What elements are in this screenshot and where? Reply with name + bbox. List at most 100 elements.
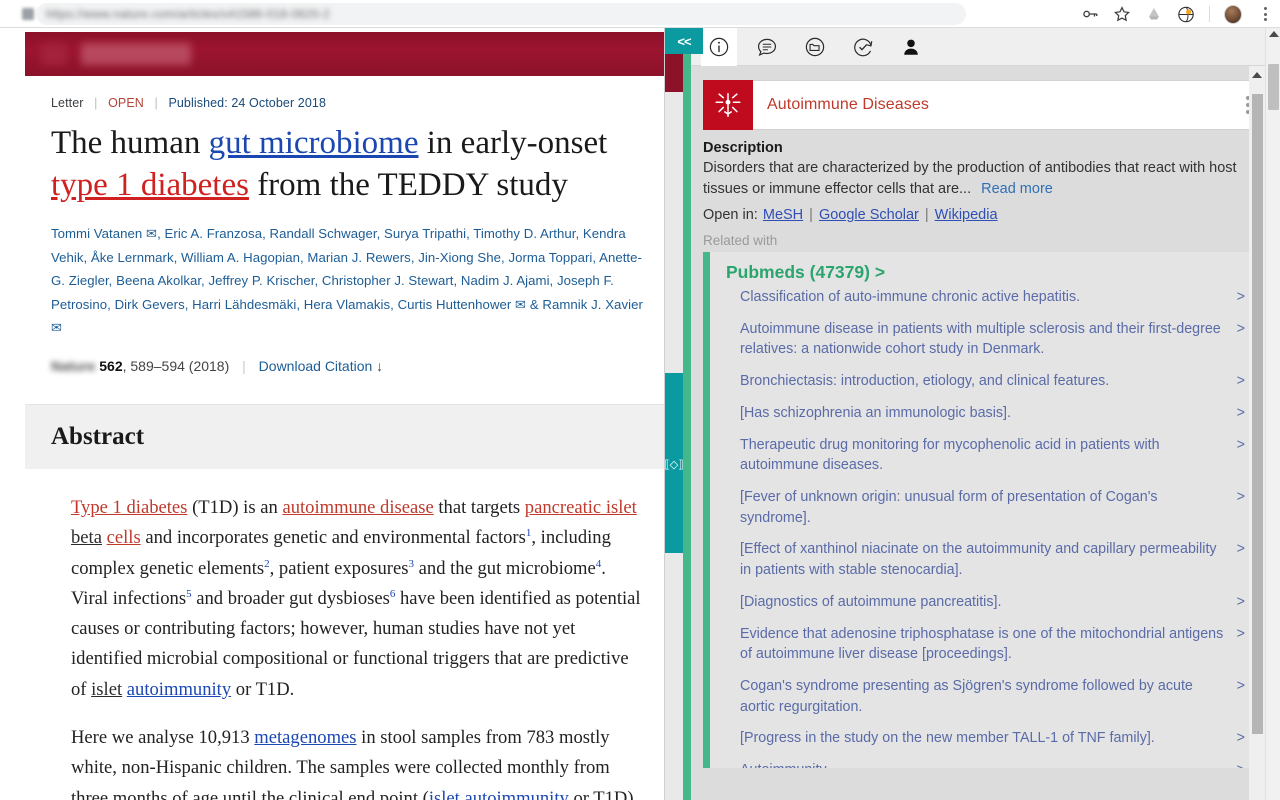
resize-handle-icon[interactable]: ⟦◇⟧: [665, 458, 684, 471]
related-panel: Pubmeds (47379) > Classification of auto…: [703, 251, 1263, 768]
tab-history[interactable]: [845, 28, 881, 66]
entity-islet[interactable]: islet: [91, 679, 122, 700]
journal-logo[interactable]: [81, 43, 191, 65]
abstract-body: Type 1 diabetes (T1D) is an autoimmune d…: [51, 469, 647, 800]
entity-title: Autoimmune Diseases: [767, 96, 929, 113]
entity-card[interactable]: Autoimmune Diseases: [703, 80, 1263, 130]
open-in-row: Open in: MeSH | Google Scholar | Wikipedia: [703, 207, 1263, 223]
drive-icon[interactable]: [1145, 5, 1163, 23]
browser-scroll-thumb[interactable]: [1268, 64, 1279, 110]
pubmed-item-title: Autoimmune disease in patients with mult…: [740, 320, 1221, 358]
pubmeds-chevron-icon: >: [874, 261, 886, 282]
kebab-menu-icon[interactable]: [1256, 5, 1274, 23]
pubmed-list-item[interactable]: [Has schizophrenia an immunologic basis]…: [740, 403, 1245, 424]
tab-collections[interactable]: [797, 28, 833, 66]
title-entity-gut-microbiome[interactable]: gut microbiome: [209, 125, 419, 161]
abs-text-j: and broader gut dysbioses: [191, 587, 390, 609]
pubmeds-header[interactable]: Pubmeds (47379) >: [726, 262, 1253, 283]
page-title: The human gut microbiome in early-onset …: [51, 122, 647, 206]
tab-notes[interactable]: [749, 28, 785, 66]
citation-volume: 562: [99, 357, 123, 374]
sidebar-scroll-thumb[interactable]: [1252, 94, 1263, 734]
abs-text-m: or T1D.: [231, 678, 295, 700]
pubmed-list-item[interactable]: Cogan's syndrome presenting as Sjögren's…: [740, 676, 1245, 717]
check-circle-icon: [854, 38, 873, 56]
pubmeds-heading-text: Pubmeds (47379): [726, 261, 870, 282]
citation-line: Nature 562, 589–594 (2018) | Download Ci…: [51, 358, 647, 374]
browser-scrollbar[interactable]: [1265, 28, 1280, 800]
extension-globe-icon[interactable]: [1177, 5, 1195, 23]
description-text: Disorders that are characterized by the …: [703, 158, 1263, 201]
title-part-2: in early-onset: [418, 125, 608, 161]
breadcrumb: Letter | OPEN | Published: 24 October 20…: [51, 76, 647, 110]
open-in-wikipedia-link[interactable]: Wikipedia: [935, 207, 998, 223]
key-icon[interactable]: [1081, 5, 1099, 23]
sidebar-green-stripe: [683, 28, 691, 800]
pubmed-list-item[interactable]: [Diagnostics of autoimmune pancreatitis]…: [740, 592, 1245, 613]
pubmed-item-title: Therapeutic drug monitoring for mycophen…: [740, 436, 1160, 474]
avatar[interactable]: [1224, 4, 1242, 24]
pubmed-list-item[interactable]: Classification of auto-immune chronic ac…: [740, 287, 1245, 308]
pubmed-list: Classification of auto-immune chronic ac…: [726, 287, 1253, 768]
sidebar-resize-rail[interactable]: ⟦◇⟧: [665, 28, 684, 800]
collapse-sidebar-button[interactable]: <<: [665, 28, 703, 54]
pubmed-list-item[interactable]: Autoimmune disease in patients with mult…: [740, 319, 1245, 360]
read-more-link[interactable]: Read more: [981, 181, 1053, 197]
pubmed-item-chevron-icon: >: [1237, 760, 1245, 768]
entity-autoimmune-disease[interactable]: autoimmune disease: [282, 497, 433, 518]
pubmed-list-item[interactable]: [Progress in the study on the new member…: [740, 728, 1245, 749]
address-bar[interactable]: https://www.nature.com/articles/s41586-0…: [36, 3, 966, 25]
pubmed-list-item[interactable]: Therapeutic drug monitoring for mycophen…: [740, 435, 1245, 476]
title-part-1: The human: [51, 125, 209, 161]
abs-text-a: (T1D) is an: [187, 496, 283, 518]
browser-scroll-up-arrow[interactable]: [1269, 31, 1279, 37]
browser-window: https://www.nature.com/articles/s41586-0…: [0, 0, 1280, 800]
organism-red-icon: [703, 80, 753, 130]
browser-toolbar: https://www.nature.com/articles/s41586-0…: [0, 0, 1280, 28]
sidebar-scroll-up-arrow[interactable]: [1252, 72, 1262, 78]
pubmed-item-chevron-icon: >: [1236, 488, 1245, 505]
journal-name: Nature: [51, 357, 96, 374]
pubmed-list-item[interactable]: [Fever of unknown origin: unusual form o…: [740, 487, 1245, 528]
masthead-menu-icon[interactable]: [41, 43, 67, 65]
entity-beta[interactable]: beta: [71, 527, 102, 548]
open-in-mesh-link[interactable]: MeSH: [763, 207, 803, 223]
pubmed-item-chevron-icon: >: [1236, 677, 1245, 694]
entity-islet-autoimmunity[interactable]: islet autoimmunity: [429, 788, 569, 800]
pubmed-list-item[interactable]: Evidence that adenosine triphosphatase i…: [740, 624, 1245, 665]
pubmed-item-title: [Diagnostics of autoimmune pancreatitis]…: [740, 593, 1002, 610]
abs-text-h: and the gut microbiome: [414, 557, 596, 579]
citation-pages: , 589–594 (2018): [122, 357, 230, 374]
pubmed-item-title: Classification of auto-immune chronic ac…: [740, 288, 1081, 305]
entity-metagenomes[interactable]: metagenomes: [254, 727, 356, 748]
page-info-icon[interactable]: [22, 8, 34, 20]
extension-sidebar: ⟦◇⟧ << Autoimmune Diseases Description D…: [664, 28, 1280, 800]
tab-info[interactable]: [701, 28, 737, 66]
folder-circle-icon: [805, 37, 825, 56]
entity-pancreatic-islet[interactable]: pancreatic islet: [525, 497, 637, 518]
tab-account[interactable]: [893, 28, 929, 66]
pubmed-list-item[interactable]: [Effect of xanthinol niacinate on the au…: [740, 539, 1245, 580]
sidebar-scrollbar[interactable]: [1249, 66, 1265, 800]
star-icon[interactable]: [1113, 5, 1131, 23]
entity-autoimmunity[interactable]: autoimmunity: [127, 679, 231, 700]
open-in-google-scholar-link[interactable]: Google Scholar: [819, 207, 919, 223]
download-citation-link[interactable]: Download Citation: [259, 358, 373, 374]
description-block: Description Disorders that are character…: [691, 130, 1280, 223]
breadcrumb-divider-2: |: [154, 96, 158, 110]
abs-text-b: that targets: [433, 496, 525, 518]
open-in-divider-2: |: [924, 206, 929, 223]
sidebar-tabbar: [691, 28, 1280, 66]
entity-cells[interactable]: cells: [107, 527, 141, 548]
breadcrumb-divider-1: |: [94, 96, 98, 110]
abstract-heading: Abstract: [51, 422, 145, 450]
title-entity-type-1-diabetes[interactable]: type 1 diabetes: [51, 167, 249, 203]
abs-text-e: and incorporates genetic and environment…: [140, 527, 526, 549]
pubmed-list-item[interactable]: Bronchiectasis: introduction, etiology, …: [740, 371, 1245, 392]
title-part-3: from the TEDDY study: [248, 167, 568, 204]
info-circle-icon: [709, 37, 729, 56]
pubmed-list-item[interactable]: Autoimmunity. >: [740, 760, 1245, 768]
speech-bubble-icon: [757, 38, 777, 56]
person-icon: [904, 39, 918, 55]
entity-type-1-diabetes[interactable]: Type 1 diabetes: [71, 497, 187, 518]
